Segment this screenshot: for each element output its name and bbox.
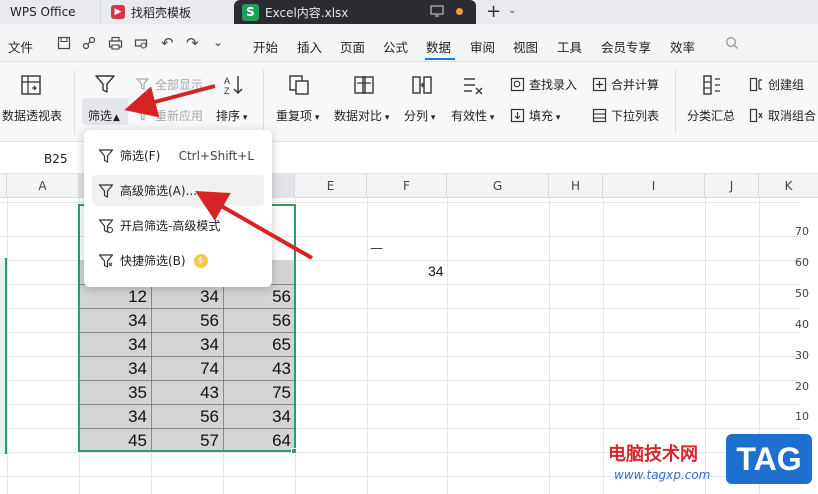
watermark-logo: TAG <box>726 434 812 484</box>
watermark-url: www.tagxp.com <box>614 468 711 482</box>
arrow-to-filter-icon <box>124 84 216 118</box>
arrow-to-advanced-filter-icon <box>195 191 313 260</box>
watermark-site-name: 电脑技术网 <box>608 444 698 465</box>
watermark-badge-text: TAG <box>736 440 802 477</box>
annotation-arrows <box>124 84 313 260</box>
